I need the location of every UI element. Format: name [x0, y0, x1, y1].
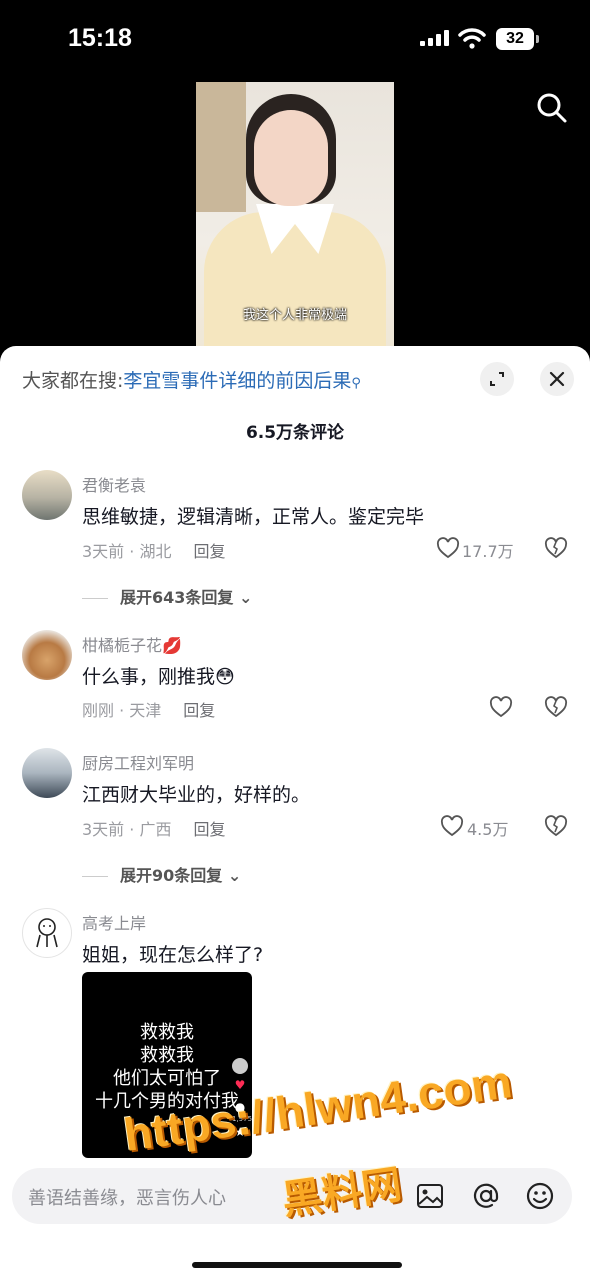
expand-panel-button[interactable] [480, 362, 514, 396]
broken-heart-icon[interactable] [544, 815, 568, 837]
reply-button[interactable]: 回复 [193, 820, 225, 839]
comment-username[interactable]: 君衡老袁 [82, 472, 146, 496]
broken-heart-icon[interactable] [544, 696, 568, 718]
comment-text: 江西财大毕业的，好样的。 [82, 784, 311, 806]
person-face [254, 110, 328, 206]
comment-time-location: 刚刚 · 天津 [82, 701, 162, 720]
comment-text: 什么事，刚推我😳 [82, 666, 235, 688]
avatar[interactable] [22, 748, 72, 798]
comment-username[interactable]: 厨房工程刘军明 [82, 750, 194, 774]
video-player[interactable]: 我这个人非常极端 [196, 82, 394, 348]
comment-username[interactable]: 高考上岸 [82, 910, 146, 934]
comment-meta: 3天前 · 湖北 回复 [82, 538, 225, 562]
close-icon [549, 371, 565, 387]
lips-emoji: 💋 [162, 636, 182, 655]
mini-avatar [232, 1058, 248, 1074]
home-indicator [192, 1262, 402, 1268]
video-subtitle: 我这个人非常极端 [242, 308, 347, 323]
chevron-down-icon: ⌄ [233, 588, 253, 607]
comment-input-placeholder: 善语结善缘，恶言伤人心 [28, 1188, 226, 1209]
battery-tip [536, 35, 539, 43]
search-icon[interactable] [536, 92, 568, 124]
expand-replies-button[interactable]: 展开643条回复 ⌄ [82, 584, 252, 608]
comment-count: 6.5万条评论 [245, 423, 345, 443]
doodle-avatar-icon [36, 918, 58, 948]
heart-icon[interactable] [489, 696, 513, 718]
reply-button[interactable]: 回复 [183, 701, 215, 720]
image-icon[interactable] [414, 1180, 446, 1212]
search-suggestion-prefix: 大家都在搜: [22, 370, 124, 392]
close-panel-button[interactable] [540, 362, 574, 396]
image-text-line: 救救我 [140, 1022, 194, 1043]
search-suggestion-query[interactable]: 李宜雪事件详细的前因后果 [123, 370, 351, 392]
comment-text: 思维敏捷，逻辑清晰，正常人。鉴定完毕 [82, 506, 425, 528]
emoji-icon[interactable] [524, 1180, 556, 1212]
status-time: 15:18 [68, 24, 132, 52]
cellular-signal-icon [420, 30, 450, 46]
broken-heart-icon[interactable] [544, 537, 568, 559]
comment-text: 姐姐，现在怎么样了? [82, 944, 264, 966]
like-count: 17.7万 [462, 542, 514, 561]
comment-meta: 刚刚 · 天津 回复 [82, 697, 215, 721]
search-suggestion[interactable]: 大家都在搜:李宜雪事件详细的前因后果⚲ [22, 366, 361, 393]
chevron-down-icon: ⌄ [222, 866, 242, 885]
at-mention-icon[interactable] [470, 1180, 502, 1212]
comment-time-location: 3天前 · 湖北 [82, 542, 172, 561]
comment-username[interactable]: 柑橘栀子花💋 [82, 632, 182, 656]
expand-icon [490, 372, 504, 386]
comment-panel: 大家都在搜:李宜雪事件详细的前因后果⚲ 6.5万条评论 君衡老袁 思维敏捷，逻辑… [0, 346, 590, 1280]
avatar[interactable] [22, 630, 72, 680]
avatar[interactable] [22, 470, 72, 520]
image-text-line: 救救我 [140, 1045, 194, 1066]
comment-time-location: 3天前 · 广西 [82, 820, 172, 839]
heart-icon[interactable] [436, 537, 460, 559]
flushed-face-emoji: 😳 [215, 666, 235, 688]
image-text-line: 他们太可怕了 [113, 1068, 221, 1089]
wifi-icon [458, 28, 486, 49]
heart-icon[interactable] [440, 815, 464, 837]
like-count: 4.5万 [467, 820, 509, 839]
reply-button[interactable]: 回复 [193, 542, 225, 561]
battery-level: 32 [496, 28, 534, 50]
comment-meta: 3天前 · 广西 回复 [82, 816, 225, 840]
search-small-icon: ⚲ [351, 376, 361, 391]
avatar[interactable] [22, 908, 72, 958]
expand-replies-button[interactable]: 展开90条回复 ⌄ [82, 862, 241, 886]
status-bar: 15:18 32 [0, 0, 590, 80]
